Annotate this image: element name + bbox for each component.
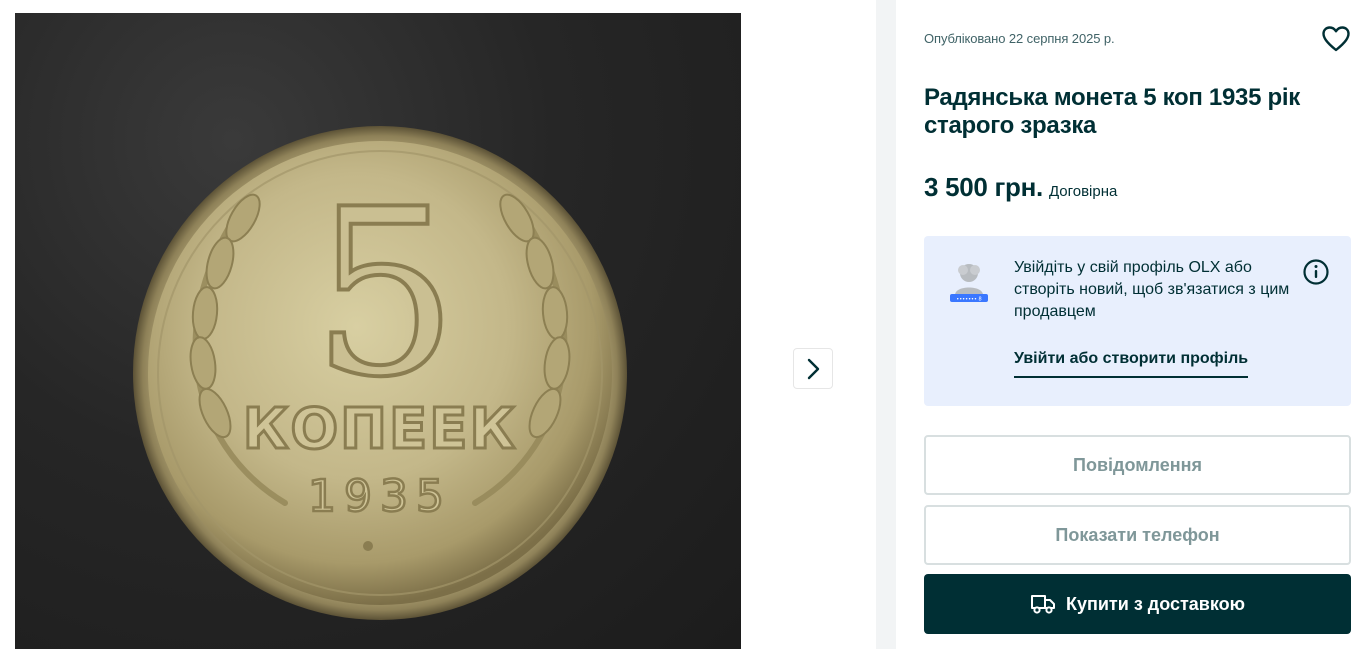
svg-text:КОПЕЕК: КОПЕЕК bbox=[243, 397, 518, 462]
heart-outline-icon bbox=[1322, 26, 1350, 52]
svg-text:••••••• 8: ••••••• 8 bbox=[956, 297, 981, 303]
listing-photo[interactable]: 5 КОПЕЕК 1935 bbox=[15, 13, 741, 649]
svg-text:5: 5 bbox=[312, 161, 458, 428]
coin-image: 5 КОПЕЕК 1935 bbox=[133, 126, 627, 620]
listing-details-panel: Опубліковано 22 серпня 2025 р. Радянська… bbox=[896, 0, 1366, 649]
column-divider bbox=[876, 0, 896, 649]
login-or-register-link[interactable]: Увійти або створити профіль bbox=[1014, 350, 1249, 378]
image-gallery: 5 КОПЕЕК 1935 bbox=[0, 0, 876, 649]
delivery-truck-icon bbox=[1031, 595, 1055, 614]
login-prompt-card: ••••••• 8 Увійдіть у свій профіль OLX аб… bbox=[924, 236, 1351, 406]
svg-text:1935: 1935 bbox=[308, 471, 452, 522]
message-button[interactable]: Повідомлення bbox=[924, 435, 1351, 495]
show-phone-button[interactable]: Показати телефон bbox=[924, 505, 1351, 565]
price-row: 3 500 грн. Договірна bbox=[924, 172, 1117, 203]
price: 3 500 грн. bbox=[924, 172, 1043, 202]
buy-with-delivery-button[interactable]: Купити з доставкою bbox=[924, 574, 1351, 634]
user-avatar-icon: ••••••• 8 bbox=[950, 264, 988, 303]
negotiable-label: Договірна bbox=[1048, 183, 1118, 200]
published-date: Опубліковано 22 серпня 2025 р. bbox=[924, 31, 1115, 46]
chevron-right-icon bbox=[807, 358, 820, 379]
favorite-button[interactable] bbox=[1321, 24, 1351, 54]
next-image-button[interactable] bbox=[793, 348, 833, 389]
buy-with-delivery-label: Купити з доставкою bbox=[1066, 593, 1245, 614]
login-prompt-text: Увійдіть у свій профіль OLX або створіть… bbox=[1014, 259, 1290, 320]
listing-title: Радянська монета 5 коп 1935 рік старого … bbox=[924, 84, 1300, 139]
info-icon[interactable] bbox=[1302, 258, 1330, 286]
